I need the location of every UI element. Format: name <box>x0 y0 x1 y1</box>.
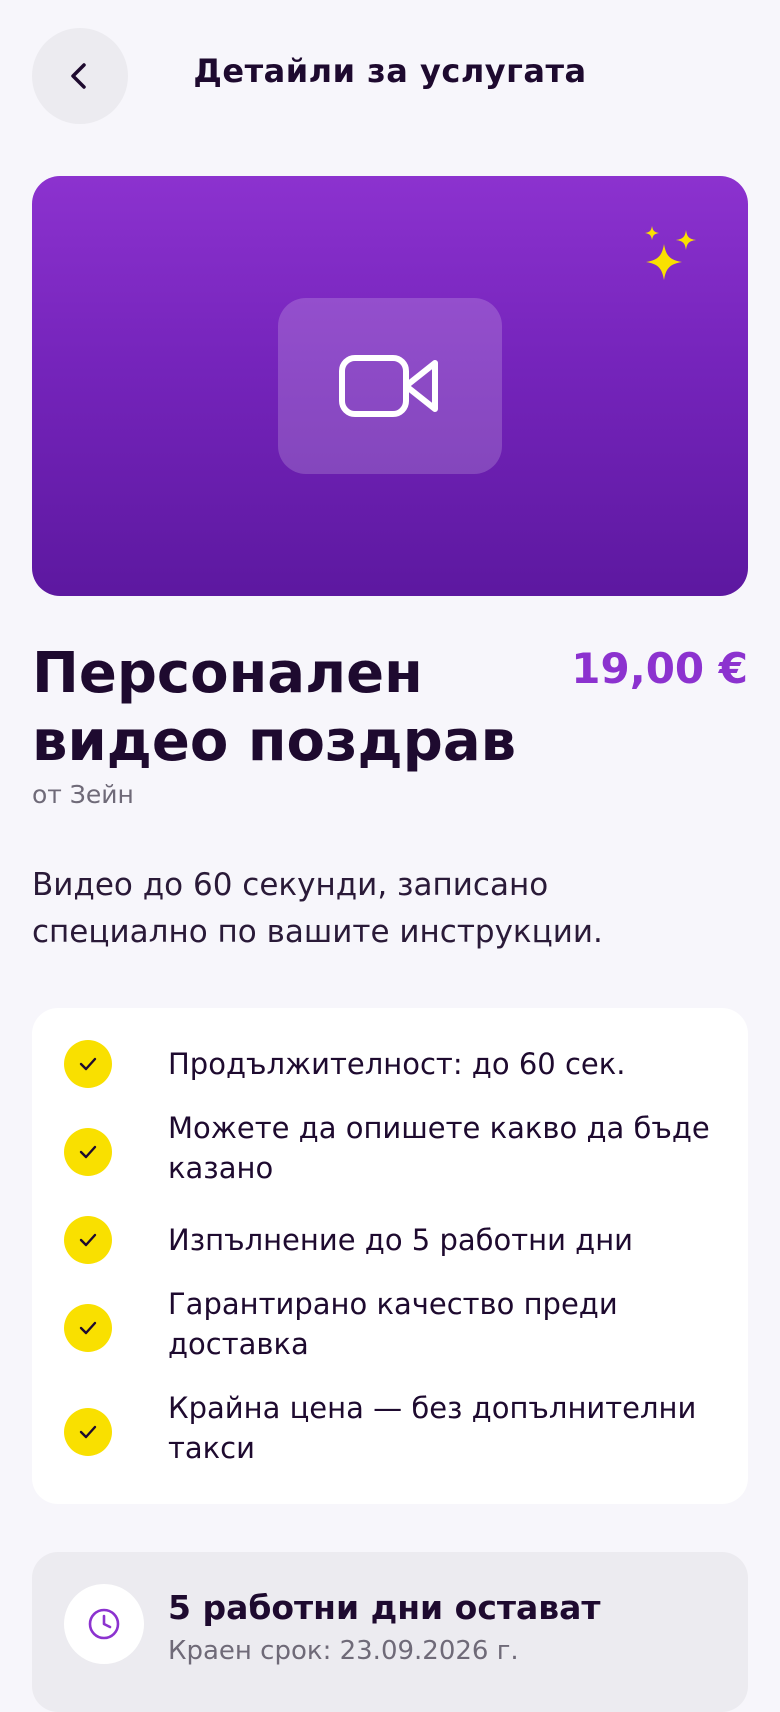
video-icon-tile <box>278 298 502 474</box>
feature-item: Гарантирано качество преди доставка <box>64 1284 704 1364</box>
page-title: Детайли за услугата <box>193 52 587 90</box>
check-icon <box>64 1128 112 1176</box>
header: Детайли за услугата <box>0 0 780 150</box>
service-price: 19,00 € <box>571 644 748 693</box>
feature-text: Изпълнение до 5 работни дни <box>168 1223 634 1257</box>
feature-text: Крайна цена — без допълнителни такси <box>168 1391 697 1465</box>
feature-text: Продължителност: до 60 сек. <box>168 1047 626 1081</box>
feature-text: Можете да опишете какво да бъде казано <box>168 1111 710 1185</box>
video-camera-icon <box>339 355 438 417</box>
deadline-card: 5 работни дни остават Краен срок: 23.09.… <box>32 1552 748 1712</box>
check-icon <box>64 1408 112 1456</box>
feature-item: Изпълнение до 5 работни дни <box>64 1216 704 1264</box>
deadline-title: 5 работни дни остават <box>168 1588 601 1627</box>
feature-item: Можете да опишете какво да бъде казано <box>64 1108 710 1188</box>
service-title: Персонален видео поздрав <box>32 641 517 774</box>
service-description: Видео до 60 секунди, записано специално … <box>32 867 603 950</box>
feature-text: Гарантирано качество преди доставка <box>168 1287 618 1361</box>
check-icon <box>64 1304 112 1352</box>
service-title-row: Персонален видео поздрав 19,00 € <box>32 640 748 776</box>
features-card: Продължителност: до 60 сек. Можете да оп… <box>32 1008 748 1504</box>
deadline-subtitle: Краен срок: 23.09.2026 г. <box>168 1636 519 1666</box>
sparkles-icon <box>640 224 704 292</box>
check-icon <box>64 1216 112 1264</box>
check-icon <box>64 1040 112 1088</box>
feature-item: Продължителност: до 60 сек. <box>64 1040 704 1088</box>
feature-item: Крайна цена — без допълнителни такси <box>64 1388 704 1468</box>
clock-icon <box>64 1584 144 1664</box>
service-hero-banner <box>32 176 748 596</box>
service-author: от Зейн <box>32 780 134 809</box>
